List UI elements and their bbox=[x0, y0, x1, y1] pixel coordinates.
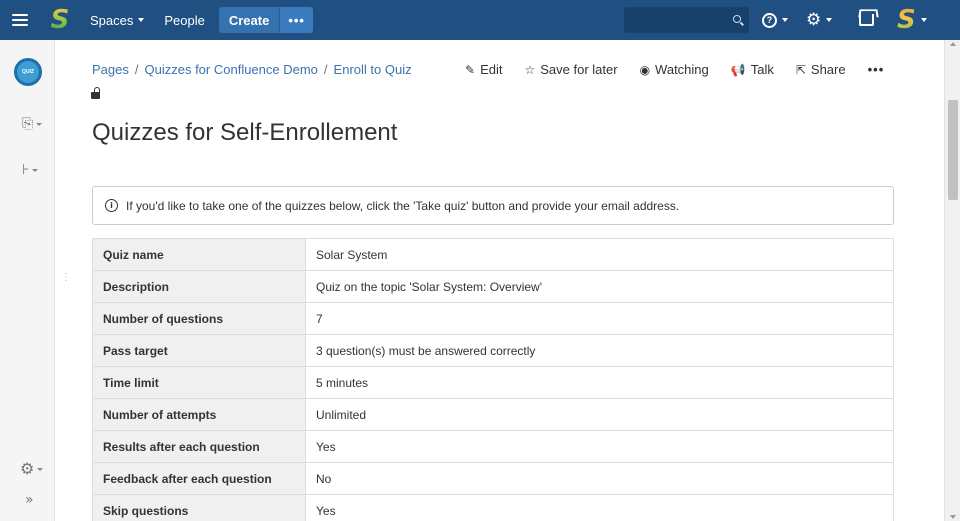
scroll-up-icon[interactable] bbox=[950, 42, 956, 46]
row-value: Unlimited bbox=[305, 398, 894, 431]
table-row: Pass target 3 question(s) must be answere… bbox=[92, 334, 894, 367]
watching-button[interactable]: ◉ Watching bbox=[640, 62, 709, 77]
table-row: Time limit 5 minutes bbox=[92, 366, 894, 399]
row-label: Time limit bbox=[92, 366, 306, 399]
chevron-down-icon bbox=[37, 468, 44, 471]
row-label: Feedback after each question bbox=[92, 462, 306, 495]
space-sidebar: QUIZ ⎘ ⊦ ⚙ » bbox=[0, 40, 55, 521]
space-tools-button[interactable]: ⚙ bbox=[20, 459, 44, 478]
notifications-button[interactable] bbox=[859, 0, 874, 40]
breadcrumb-item-pages[interactable]: Pages bbox=[92, 62, 129, 77]
create-button[interactable]: Create bbox=[218, 7, 280, 33]
spaces-menu[interactable]: Spaces bbox=[80, 0, 154, 40]
edit-label: Edit bbox=[480, 62, 503, 77]
help-menu[interactable]: ? bbox=[762, 0, 788, 40]
search-icon bbox=[733, 15, 741, 23]
breadcrumb-item-space[interactable]: Quizzes for Confluence Demo bbox=[145, 62, 318, 77]
top-navigation-bar: S Spaces People Create ••• ? ⚙ S bbox=[0, 0, 960, 40]
people-label: People bbox=[164, 12, 205, 28]
inbox-icon bbox=[859, 14, 874, 26]
chevron-down-icon bbox=[920, 18, 927, 22]
row-label: Quiz name bbox=[92, 238, 306, 271]
info-text: If you'd like to take one of the quizzes… bbox=[126, 198, 680, 213]
pages-icon: ⎘ bbox=[22, 116, 34, 132]
talk-button[interactable]: 📢 Talk bbox=[731, 62, 774, 77]
settings-menu[interactable]: ⚙ bbox=[806, 0, 833, 40]
talk-label: Talk bbox=[750, 62, 774, 77]
info-icon: i bbox=[105, 199, 118, 212]
page-actions: ✎ Edit ☆ Save for later ◉ Watching 📢 Tal… bbox=[465, 62, 884, 77]
tree-icon: ⊦ bbox=[22, 162, 30, 178]
scroll-thumb[interactable] bbox=[948, 100, 958, 200]
quiz-details-table: Quiz name Solar System Description Quiz on… bbox=[92, 238, 894, 521]
row-value: No bbox=[305, 462, 894, 495]
space-logo-text: QUIZ bbox=[22, 69, 34, 75]
row-value: Quiz on the topic 'Solar System: Overvie… bbox=[305, 270, 894, 303]
breadcrumb: Pages / Quizzes for Confluence Demo / En… bbox=[92, 62, 412, 77]
row-label: Number of attempts bbox=[92, 398, 306, 431]
space-logo[interactable]: QUIZ bbox=[14, 58, 42, 86]
chevron-down-icon bbox=[36, 122, 43, 126]
page-tree-button[interactable]: ⊦ bbox=[22, 162, 39, 178]
app-switcher-button[interactable] bbox=[0, 0, 40, 40]
user-menu[interactable]: S bbox=[897, 0, 927, 40]
breadcrumb-item-page[interactable]: Enroll to Quiz bbox=[334, 62, 412, 77]
row-label: Description bbox=[92, 270, 306, 303]
row-value: 5 minutes bbox=[305, 366, 894, 399]
spaces-label: Spaces bbox=[90, 12, 134, 28]
breadcrumb-separator: / bbox=[323, 62, 328, 77]
row-label: Pass target bbox=[92, 334, 306, 367]
row-value: Yes bbox=[305, 430, 894, 463]
save-for-later-label: Save for later bbox=[540, 62, 618, 77]
row-label: Skip questions bbox=[92, 494, 306, 521]
hamburger-icon bbox=[12, 14, 28, 26]
row-value: 3 question(s) must be answered correctly bbox=[305, 334, 894, 367]
row-value: Yes bbox=[305, 494, 894, 521]
share-button[interactable]: ⇱ Share bbox=[796, 62, 846, 77]
star-icon: ☆ bbox=[524, 62, 536, 77]
share-label: Share bbox=[810, 62, 846, 77]
gear-icon: ⚙ bbox=[20, 459, 35, 478]
chevron-down-icon bbox=[826, 18, 833, 22]
chevron-down-icon bbox=[32, 168, 39, 172]
breadcrumb-separator: / bbox=[134, 62, 139, 77]
page-title: Quizzes for Self-Enrollement bbox=[92, 119, 398, 146]
expand-sidebar-button[interactable]: » bbox=[25, 492, 34, 508]
share-icon: ⇱ bbox=[795, 62, 806, 77]
gear-icon: ⚙ bbox=[806, 9, 822, 30]
table-row: Feedback after each question No bbox=[92, 462, 894, 495]
page-scrollbar[interactable] bbox=[944, 40, 960, 521]
help-icon: ? bbox=[762, 12, 777, 28]
pencil-icon: ✎ bbox=[465, 62, 476, 77]
confluence-logo[interactable]: S bbox=[40, 0, 80, 40]
chevron-down-icon bbox=[782, 18, 788, 22]
sidebar-resize-handle[interactable]: ⋮ bbox=[61, 273, 71, 283]
people-link[interactable]: People bbox=[154, 0, 214, 40]
row-value: 7 bbox=[305, 302, 894, 335]
table-row: Number of attempts Unlimited bbox=[92, 398, 894, 431]
unlock-icon[interactable] bbox=[91, 87, 100, 99]
table-row: Description Quiz on the topic 'Solar Syst… bbox=[92, 270, 894, 303]
table-row: Quiz name Solar System bbox=[92, 238, 894, 271]
table-row: Number of questions 7 bbox=[92, 302, 894, 335]
chevron-down-icon bbox=[138, 18, 145, 22]
scroll-down-icon[interactable] bbox=[950, 515, 956, 519]
avatar: S bbox=[897, 5, 916, 35]
table-row: Results after each question Yes bbox=[92, 430, 894, 463]
row-label: Results after each question bbox=[92, 430, 306, 463]
eye-icon: ◉ bbox=[639, 62, 651, 77]
edit-button[interactable]: ✎ Edit bbox=[465, 62, 502, 77]
info-panel: i If you'd like to take one of the quizz… bbox=[92, 186, 894, 225]
watching-label: Watching bbox=[655, 62, 709, 77]
table-row: Skip questions Yes bbox=[92, 494, 894, 521]
logo-icon: S bbox=[50, 5, 70, 35]
save-for-later-button[interactable]: ☆ Save for later bbox=[524, 62, 617, 77]
row-label: Number of questions bbox=[92, 302, 306, 335]
create-more-button[interactable]: ••• bbox=[279, 7, 313, 33]
row-value: Solar System bbox=[305, 238, 894, 271]
more-actions-button[interactable]: ••• bbox=[868, 62, 885, 77]
space-pages-button[interactable]: ⎘ bbox=[22, 116, 43, 132]
megaphone-icon: 📢 bbox=[730, 62, 746, 77]
search-input[interactable] bbox=[624, 7, 749, 33]
